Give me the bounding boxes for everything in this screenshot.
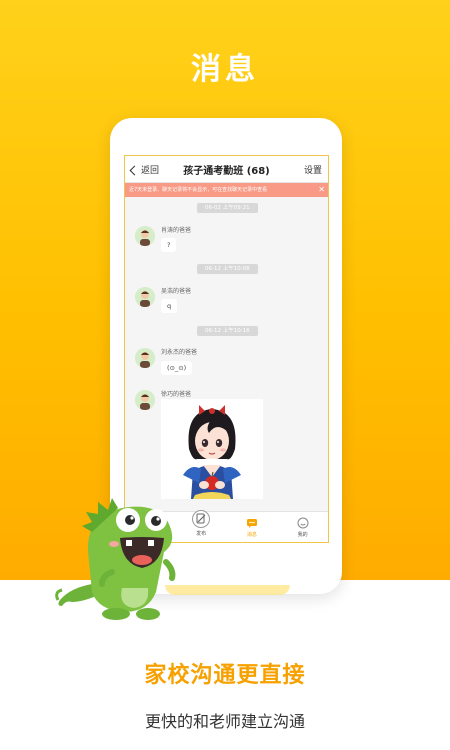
page-title: 消息 (191, 52, 259, 87)
tab-label: 发布 (196, 531, 207, 537)
image-message[interactable] (161, 399, 263, 499)
sender-name: 肖涛的爸爸 (161, 227, 192, 234)
message-bubble[interactable]: q (161, 299, 178, 313)
avatar[interactable] (135, 390, 155, 410)
slogan-subtitle: 更快的和老师建立沟通 (144, 712, 305, 731)
tab-label: 消息 (246, 532, 257, 538)
tab-message[interactable]: 消息 (227, 512, 278, 542)
dinosaur-mascot-icon (55, 498, 176, 620)
tab-label: 我的 (297, 532, 308, 538)
message-timestamp: 06-02 上午09:21 (197, 203, 258, 213)
publish-icon (192, 510, 211, 528)
chat-nav-bar: 返回 孩子通考勤班 (68) 设置 (125, 156, 328, 183)
notice-banner: 近7天未登录、聊天记录将不会显示，可在查找聊天记录中查看 ✕ (125, 183, 328, 197)
message-icon (246, 519, 257, 528)
sender-name: 刘永杰的爸爸 (161, 349, 198, 356)
princess-illustration-icon (161, 399, 263, 499)
avatar[interactable] (135, 226, 155, 246)
close-icon[interactable]: ✕ (318, 183, 325, 197)
profile-icon (297, 517, 309, 529)
message-bubble[interactable]: (⊙_⊙) (161, 361, 193, 375)
sender-name: 吴浩的爸爸 (161, 288, 192, 295)
message-timestamp: 06-12 上午10:16 (197, 326, 258, 336)
message-bubble[interactable]: ? (161, 238, 177, 252)
chat-title: 孩子通考勤班 (68) (183, 166, 270, 177)
avatar[interactable] (135, 287, 155, 307)
tab-profile[interactable]: 我的 (277, 512, 328, 542)
message-timestamp: 06-12 上午10:08 (197, 264, 258, 274)
chat-screen: 返回 孩子通考勤班 (68) 设置 近7天未登录、聊天记录将不会显示，可在查找聊… (124, 155, 329, 543)
avatar[interactable] (135, 348, 155, 368)
settings-button[interactable]: 设置 (304, 163, 322, 176)
notice-text: 近7天未登录、聊天记录将不会显示，可在查找聊天记录中查看 (129, 187, 268, 193)
slogan-headline: 家校沟通更直接 (144, 663, 306, 688)
sender-name: 徐巧的爸爸 (161, 391, 192, 398)
